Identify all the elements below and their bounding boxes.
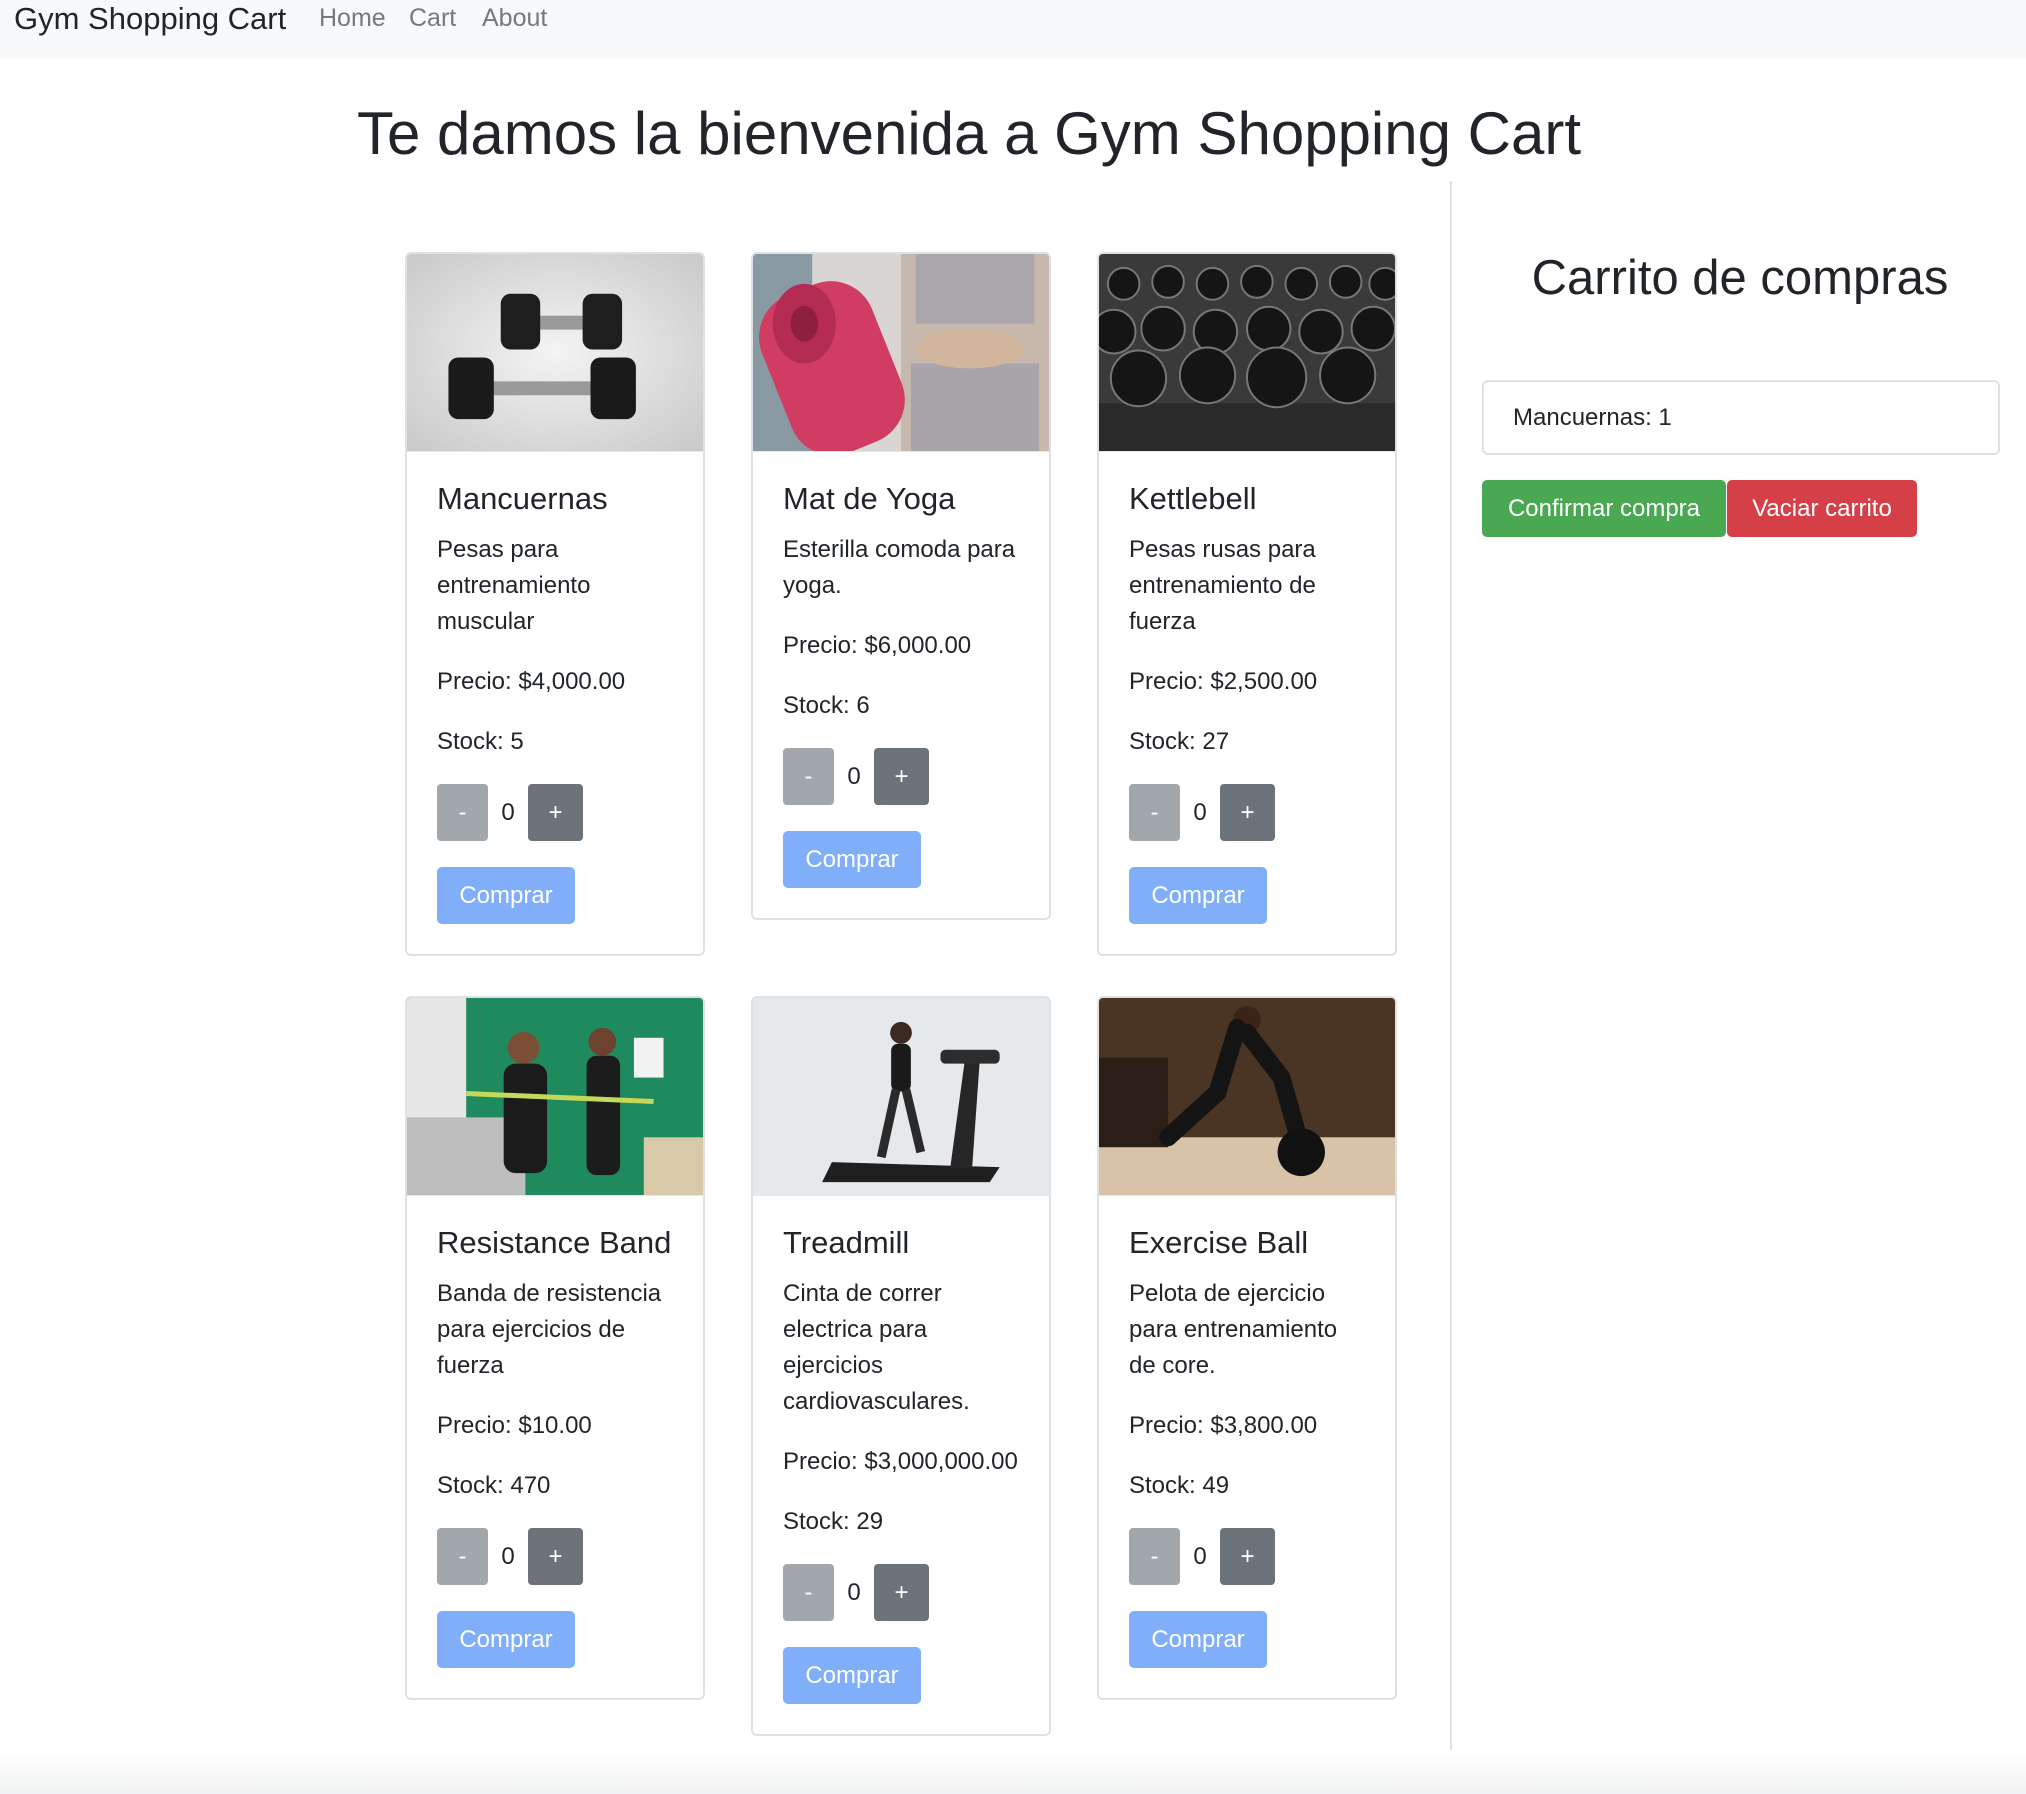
increment-button[interactable]: + bbox=[874, 1564, 929, 1621]
product-price: Precio: $6,000.00 bbox=[783, 632, 972, 659]
cart-list: Mancuernas: 1 bbox=[1482, 380, 2000, 455]
treadmill-image bbox=[753, 998, 1049, 1196]
product-name: Mat de Yoga bbox=[783, 481, 956, 516]
buy-button[interactable]: Comprar bbox=[437, 1611, 575, 1668]
product-description: Cinta de correr electrica para ejercicio… bbox=[783, 1280, 970, 1415]
decrement-button[interactable]: - bbox=[783, 1564, 834, 1621]
confirm-purchase-button[interactable]: Confirmar compra bbox=[1482, 480, 1726, 537]
empty-cart-button[interactable]: Vaciar carrito bbox=[1727, 480, 1917, 537]
increment-button[interactable]: + bbox=[528, 1528, 583, 1585]
exercise-ball-image bbox=[1099, 998, 1395, 1196]
product-name: Exercise Ball bbox=[1129, 1225, 1309, 1260]
quantity-stepper: - 0 + bbox=[783, 748, 1019, 805]
product-name: Mancuernas bbox=[437, 481, 608, 516]
quantity-value: 0 bbox=[501, 1542, 515, 1570]
quantity-value: 0 bbox=[501, 798, 515, 826]
decrement-button[interactable]: - bbox=[437, 1528, 488, 1585]
decrement-button[interactable]: - bbox=[783, 748, 834, 805]
product-card: Resistance Band Banda de resistencia par… bbox=[405, 996, 705, 1700]
decrement-button[interactable]: - bbox=[1129, 784, 1180, 841]
product-stock: Stock: 5 bbox=[437, 728, 524, 755]
quantity-value: 0 bbox=[847, 1578, 861, 1606]
product-card: Exercise Ball Pelota de ejercicio para e… bbox=[1097, 996, 1397, 1700]
product-price: Precio: $10.00 bbox=[437, 1412, 592, 1439]
product-description: Pesas para entrenamiento muscular bbox=[437, 536, 591, 635]
bottom-shade bbox=[0, 1750, 2026, 1794]
page-title: Te damos la bienvenida a Gym Shopping Ca… bbox=[357, 100, 1582, 167]
buy-button[interactable]: Comprar bbox=[1129, 1611, 1267, 1668]
buy-button[interactable]: Comprar bbox=[437, 867, 575, 924]
quantity-value: 0 bbox=[1193, 798, 1207, 826]
buy-button[interactable]: Comprar bbox=[1129, 867, 1267, 924]
buy-button[interactable]: Comprar bbox=[783, 1647, 921, 1704]
product-price: Precio: $3,800.00 bbox=[1129, 1412, 1318, 1439]
resistance-band-image bbox=[407, 998, 703, 1196]
decrement-button[interactable]: - bbox=[437, 784, 488, 841]
nav-link-cart[interactable]: Cart bbox=[409, 0, 456, 36]
increment-button[interactable]: + bbox=[528, 784, 583, 841]
cart-title: Carrito de compras bbox=[1531, 251, 1949, 305]
navbar-brand[interactable]: Gym Shopping Cart bbox=[14, 0, 286, 38]
buy-button[interactable]: Comprar bbox=[783, 831, 921, 888]
product-card: Mat de Yoga Esterilla comoda para yoga. … bbox=[751, 252, 1051, 920]
product-stock: Stock: 29 bbox=[783, 1508, 884, 1535]
product-price: Precio: $4,000.00 bbox=[437, 668, 626, 695]
nav-link-about[interactable]: About bbox=[482, 0, 547, 36]
product-card: Mancuernas Pesas para entrenamiento musc… bbox=[405, 252, 705, 956]
product-name: Treadmill bbox=[783, 1225, 910, 1260]
quantity-stepper: - 0 + bbox=[783, 1564, 1019, 1621]
quantity-stepper: - 0 + bbox=[437, 1528, 673, 1585]
kettlebells-image bbox=[1099, 254, 1395, 452]
product-card: Kettlebell Pesas rusas para entrenamient… bbox=[1097, 252, 1397, 956]
column-divider bbox=[1450, 181, 1452, 1794]
dumbbells-image bbox=[407, 254, 703, 452]
product-stock: Stock: 470 bbox=[437, 1472, 551, 1499]
quantity-value: 0 bbox=[847, 762, 861, 790]
quantity-stepper: - 0 + bbox=[1129, 784, 1365, 841]
decrement-button[interactable]: - bbox=[1129, 1528, 1180, 1585]
product-price: Precio: $3,000,000.00 bbox=[783, 1448, 1018, 1475]
product-description: Pelota de ejercicio para entrenamiento d… bbox=[1129, 1280, 1338, 1379]
product-card: Treadmill Cinta de correr electrica para… bbox=[751, 996, 1051, 1736]
product-name: Kettlebell bbox=[1129, 481, 1257, 516]
product-description: Banda de resistencia para ejercicios de … bbox=[437, 1280, 662, 1379]
quantity-stepper: - 0 + bbox=[1129, 1528, 1365, 1585]
product-stock: Stock: 6 bbox=[783, 692, 870, 719]
cart-item: Mancuernas: 1 bbox=[1482, 380, 2000, 455]
product-stock: Stock: 49 bbox=[1129, 1472, 1230, 1499]
product-name: Resistance Band bbox=[437, 1225, 672, 1260]
quantity-value: 0 bbox=[1193, 1542, 1207, 1570]
quantity-stepper: - 0 + bbox=[437, 784, 673, 841]
yoga-mat-image bbox=[753, 254, 1049, 452]
product-description: Pesas rusas para entrenamiento de fuerza bbox=[1129, 536, 1316, 635]
product-stock: Stock: 27 bbox=[1129, 728, 1230, 755]
product-description: Esterilla comoda para yoga. bbox=[783, 536, 1016, 599]
increment-button[interactable]: + bbox=[1220, 1528, 1275, 1585]
nav-link-home[interactable]: Home bbox=[319, 0, 386, 36]
navbar: Gym Shopping Cart Home Cart About bbox=[0, 0, 2026, 59]
product-price: Precio: $2,500.00 bbox=[1129, 668, 1318, 695]
increment-button[interactable]: + bbox=[1220, 784, 1275, 841]
increment-button[interactable]: + bbox=[874, 748, 929, 805]
